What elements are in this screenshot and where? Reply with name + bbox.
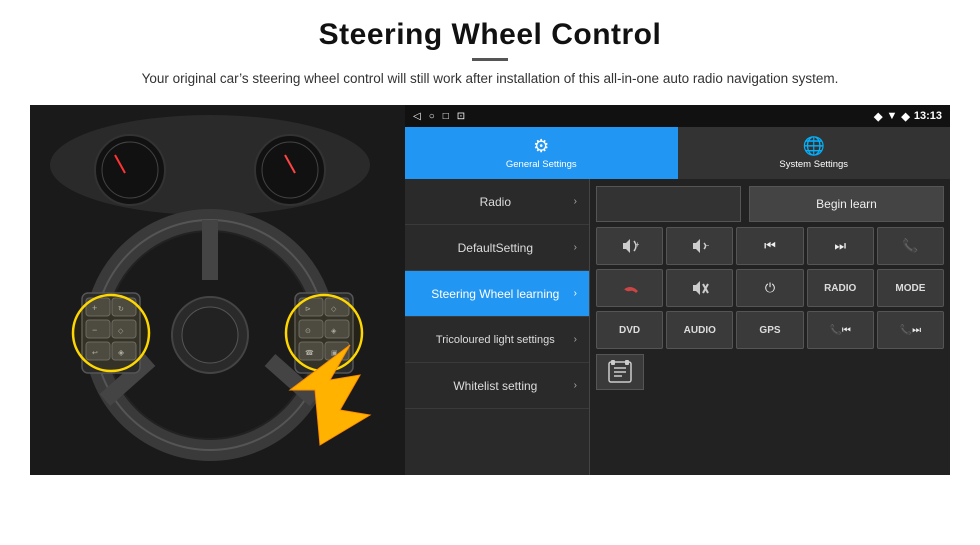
- begin-learn-button[interactable]: Begin learn: [749, 186, 944, 222]
- menu-item-tricoloured[interactable]: Tricoloured light settings ›: [405, 317, 589, 363]
- chevron-icon: ›: [574, 288, 577, 299]
- chevron-icon: ›: [574, 334, 577, 345]
- prev-track-button[interactable]: ⏮: [736, 227, 803, 265]
- page-subtitle: Your original car’s steering wheel contr…: [142, 69, 839, 89]
- status-left: ◁ ○ □ ⊡: [413, 111, 465, 122]
- chevron-icon: ›: [574, 242, 577, 253]
- steering-wheel-image: + ↻ − ◇ ↩ ◈ ⊳ ◇ ⊙ ◈: [30, 105, 405, 475]
- begin-learn-row: Begin learn: [596, 185, 944, 223]
- audio-button[interactable]: AUDIO: [666, 311, 733, 349]
- back-icon[interactable]: ◁: [413, 111, 421, 122]
- call-button[interactable]: 📞: [877, 227, 944, 265]
- menu-icon[interactable]: ⊡: [457, 111, 465, 122]
- call-prev-button[interactable]: 📞⏮: [807, 311, 874, 349]
- menu-item-default[interactable]: DefaultSetting ›: [405, 225, 589, 271]
- title-divider: [472, 58, 508, 61]
- wifi-icon: ▼: [887, 110, 898, 122]
- menu-content: Radio › DefaultSetting › Steering Wheel …: [405, 179, 950, 475]
- call-next-button[interactable]: 📞⏭: [877, 311, 944, 349]
- control-grid-row1: + − ⏮ ⏭ 📞: [596, 227, 944, 265]
- menu-item-whitelist[interactable]: Whitelist setting ›: [405, 363, 589, 409]
- dvd-button[interactable]: DVD: [596, 311, 663, 349]
- clock: 13:13: [914, 110, 942, 122]
- android-ui: ◁ ○ □ ⊡ ◆ ▼ ◆ 13:13 ⚙ General Settings: [405, 105, 950, 475]
- tab-general-label: General Settings: [506, 159, 577, 170]
- left-menu: Radio › DefaultSetting › Steering Wheel …: [405, 179, 590, 475]
- right-content: Begin learn + − ⏮ ⏭ 📞: [590, 179, 950, 475]
- menu-item-radio[interactable]: Radio ›: [405, 179, 589, 225]
- mode-button[interactable]: MODE: [877, 269, 944, 307]
- vol-down-button[interactable]: −: [666, 227, 733, 265]
- content-area: + ↻ − ◇ ↩ ◈ ⊳ ◇ ⊙ ◈: [30, 105, 950, 475]
- mute-button[interactable]: [666, 269, 733, 307]
- next-track-button[interactable]: ⏭: [807, 227, 874, 265]
- system-settings-icon: 🌐: [803, 136, 825, 157]
- general-settings-icon: ⚙: [533, 136, 549, 157]
- chevron-icon: ›: [574, 196, 577, 207]
- svg-text:−: −: [705, 241, 709, 250]
- home-icon[interactable]: ○: [429, 111, 435, 122]
- tab-system-label: System Settings: [779, 159, 848, 170]
- call-end-button[interactable]: [596, 269, 663, 307]
- status-right: ◆ ▼ ◆ 13:13: [874, 110, 942, 123]
- control-grid-row3: DVD AUDIO GPS 📞⏮ 📞⏭: [596, 311, 944, 349]
- location-icon: ◆: [874, 110, 882, 123]
- tab-bar: ⚙ General Settings 🌐 System Settings: [405, 127, 950, 179]
- tab-system-settings[interactable]: 🌐 System Settings: [678, 127, 951, 179]
- status-bar: ◁ ○ □ ⊡ ◆ ▼ ◆ 13:13: [405, 105, 950, 127]
- whitelist-row: [596, 353, 944, 391]
- radio-button[interactable]: RADIO: [807, 269, 874, 307]
- page-title: Steering Wheel Control: [142, 18, 839, 52]
- whitelist-icon-box[interactable]: [596, 354, 644, 390]
- recents-icon[interactable]: □: [443, 111, 449, 122]
- power-button[interactable]: ⏻: [736, 269, 803, 307]
- signal-icon: ◆: [901, 110, 909, 123]
- empty-display-box: [596, 186, 741, 222]
- gps-button[interactable]: GPS: [736, 311, 803, 349]
- chevron-icon: ›: [574, 380, 577, 391]
- control-grid-row2: ⏻ RADIO MODE: [596, 269, 944, 307]
- vol-up-button[interactable]: +: [596, 227, 663, 265]
- menu-item-steering[interactable]: Steering Wheel learning ›: [405, 271, 589, 317]
- tab-general-settings[interactable]: ⚙ General Settings: [405, 127, 678, 179]
- svg-text:+: +: [635, 240, 639, 249]
